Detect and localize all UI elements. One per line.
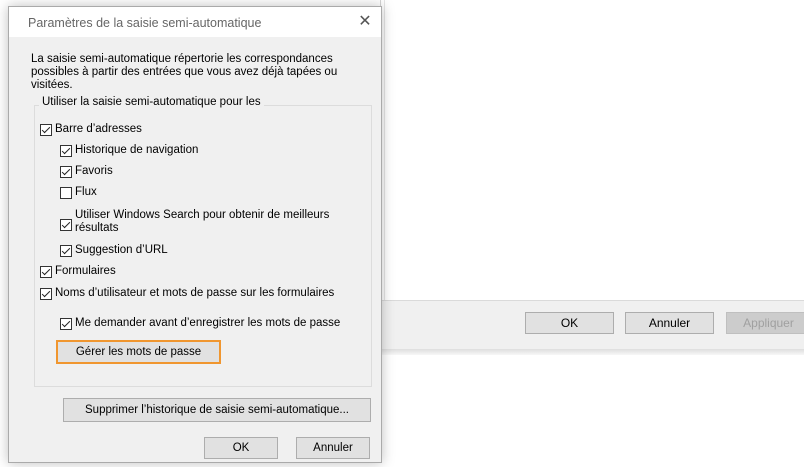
background-panel-border-inner bbox=[384, 0, 385, 300]
option-history[interactable]: Historique de navigation bbox=[60, 144, 198, 157]
group-label: Utiliser la saisie semi-automatique pour… bbox=[39, 96, 264, 108]
background-apply-button: Appliquer bbox=[726, 312, 804, 334]
option-windows-search[interactable]: Utiliser Windows Search pour obtenir de … bbox=[60, 209, 350, 235]
manage-passwords-button[interactable]: Gérer les mots de passe bbox=[56, 340, 221, 364]
address-bar-label: Barre d’adresses bbox=[55, 123, 142, 135]
address-bar-checkbox[interactable] bbox=[40, 124, 52, 136]
close-icon[interactable]: ✕ bbox=[352, 9, 378, 35]
url-suggestion-checkbox[interactable] bbox=[60, 245, 72, 257]
forms-label: Formulaires bbox=[55, 265, 116, 277]
usernames-passwords-checkbox[interactable] bbox=[40, 288, 52, 300]
dialog-description: La saisie semi-automatique répertorie le… bbox=[31, 53, 338, 91]
background-ok-button[interactable]: OK bbox=[525, 312, 614, 334]
option-address-bar[interactable]: Barre d’adresses bbox=[40, 123, 142, 136]
autocomplete-settings-dialog: Paramètres de la saisie semi-automatique… bbox=[8, 6, 382, 463]
delete-autocomplete-history-button[interactable]: Supprimer l’historique de saisie semi-au… bbox=[63, 398, 371, 422]
feeds-label: Flux bbox=[75, 186, 97, 198]
forms-checkbox[interactable] bbox=[40, 266, 52, 278]
option-ask-before-saving[interactable]: Me demander avant d’enregistrer les mots… bbox=[60, 317, 340, 330]
option-forms[interactable]: Formulaires bbox=[40, 265, 116, 278]
dialog-title: Paramètres de la saisie semi-automatique bbox=[28, 16, 262, 30]
background-shadow bbox=[380, 349, 804, 355]
ask-before-saving-label: Me demander avant d’enregistrer les mots… bbox=[75, 317, 341, 329]
option-url-suggestion[interactable]: Suggestion d’URL bbox=[60, 244, 168, 257]
option-feeds[interactable]: Flux bbox=[60, 186, 97, 199]
ask-before-saving-checkbox[interactable] bbox=[60, 318, 72, 330]
url-suggestion-label: Suggestion d’URL bbox=[75, 244, 168, 256]
favorites-label: Favoris bbox=[75, 165, 113, 177]
windows-search-checkbox[interactable] bbox=[60, 219, 72, 231]
option-usernames-passwords[interactable]: Noms d’utilisateur et mots de passe sur … bbox=[40, 287, 334, 300]
background-button-bar: OK Annuler Appliquer bbox=[380, 300, 804, 349]
background-cancel-button[interactable]: Annuler bbox=[625, 312, 714, 334]
history-checkbox[interactable] bbox=[60, 145, 72, 157]
feeds-checkbox[interactable] bbox=[60, 187, 72, 199]
favorites-checkbox[interactable] bbox=[60, 166, 72, 178]
windows-search-label: Utiliser Windows Search pour obtenir de … bbox=[75, 209, 330, 234]
cancel-button[interactable]: Annuler bbox=[296, 437, 370, 459]
dialog-titlebar[interactable]: Paramètres de la saisie semi-automatique… bbox=[9, 7, 381, 37]
history-label: Historique de navigation bbox=[75, 144, 199, 156]
option-favorites[interactable]: Favoris bbox=[60, 165, 113, 178]
usernames-passwords-label: Noms d’utilisateur et mots de passe sur … bbox=[55, 287, 335, 299]
ok-button[interactable]: OK bbox=[204, 437, 278, 459]
